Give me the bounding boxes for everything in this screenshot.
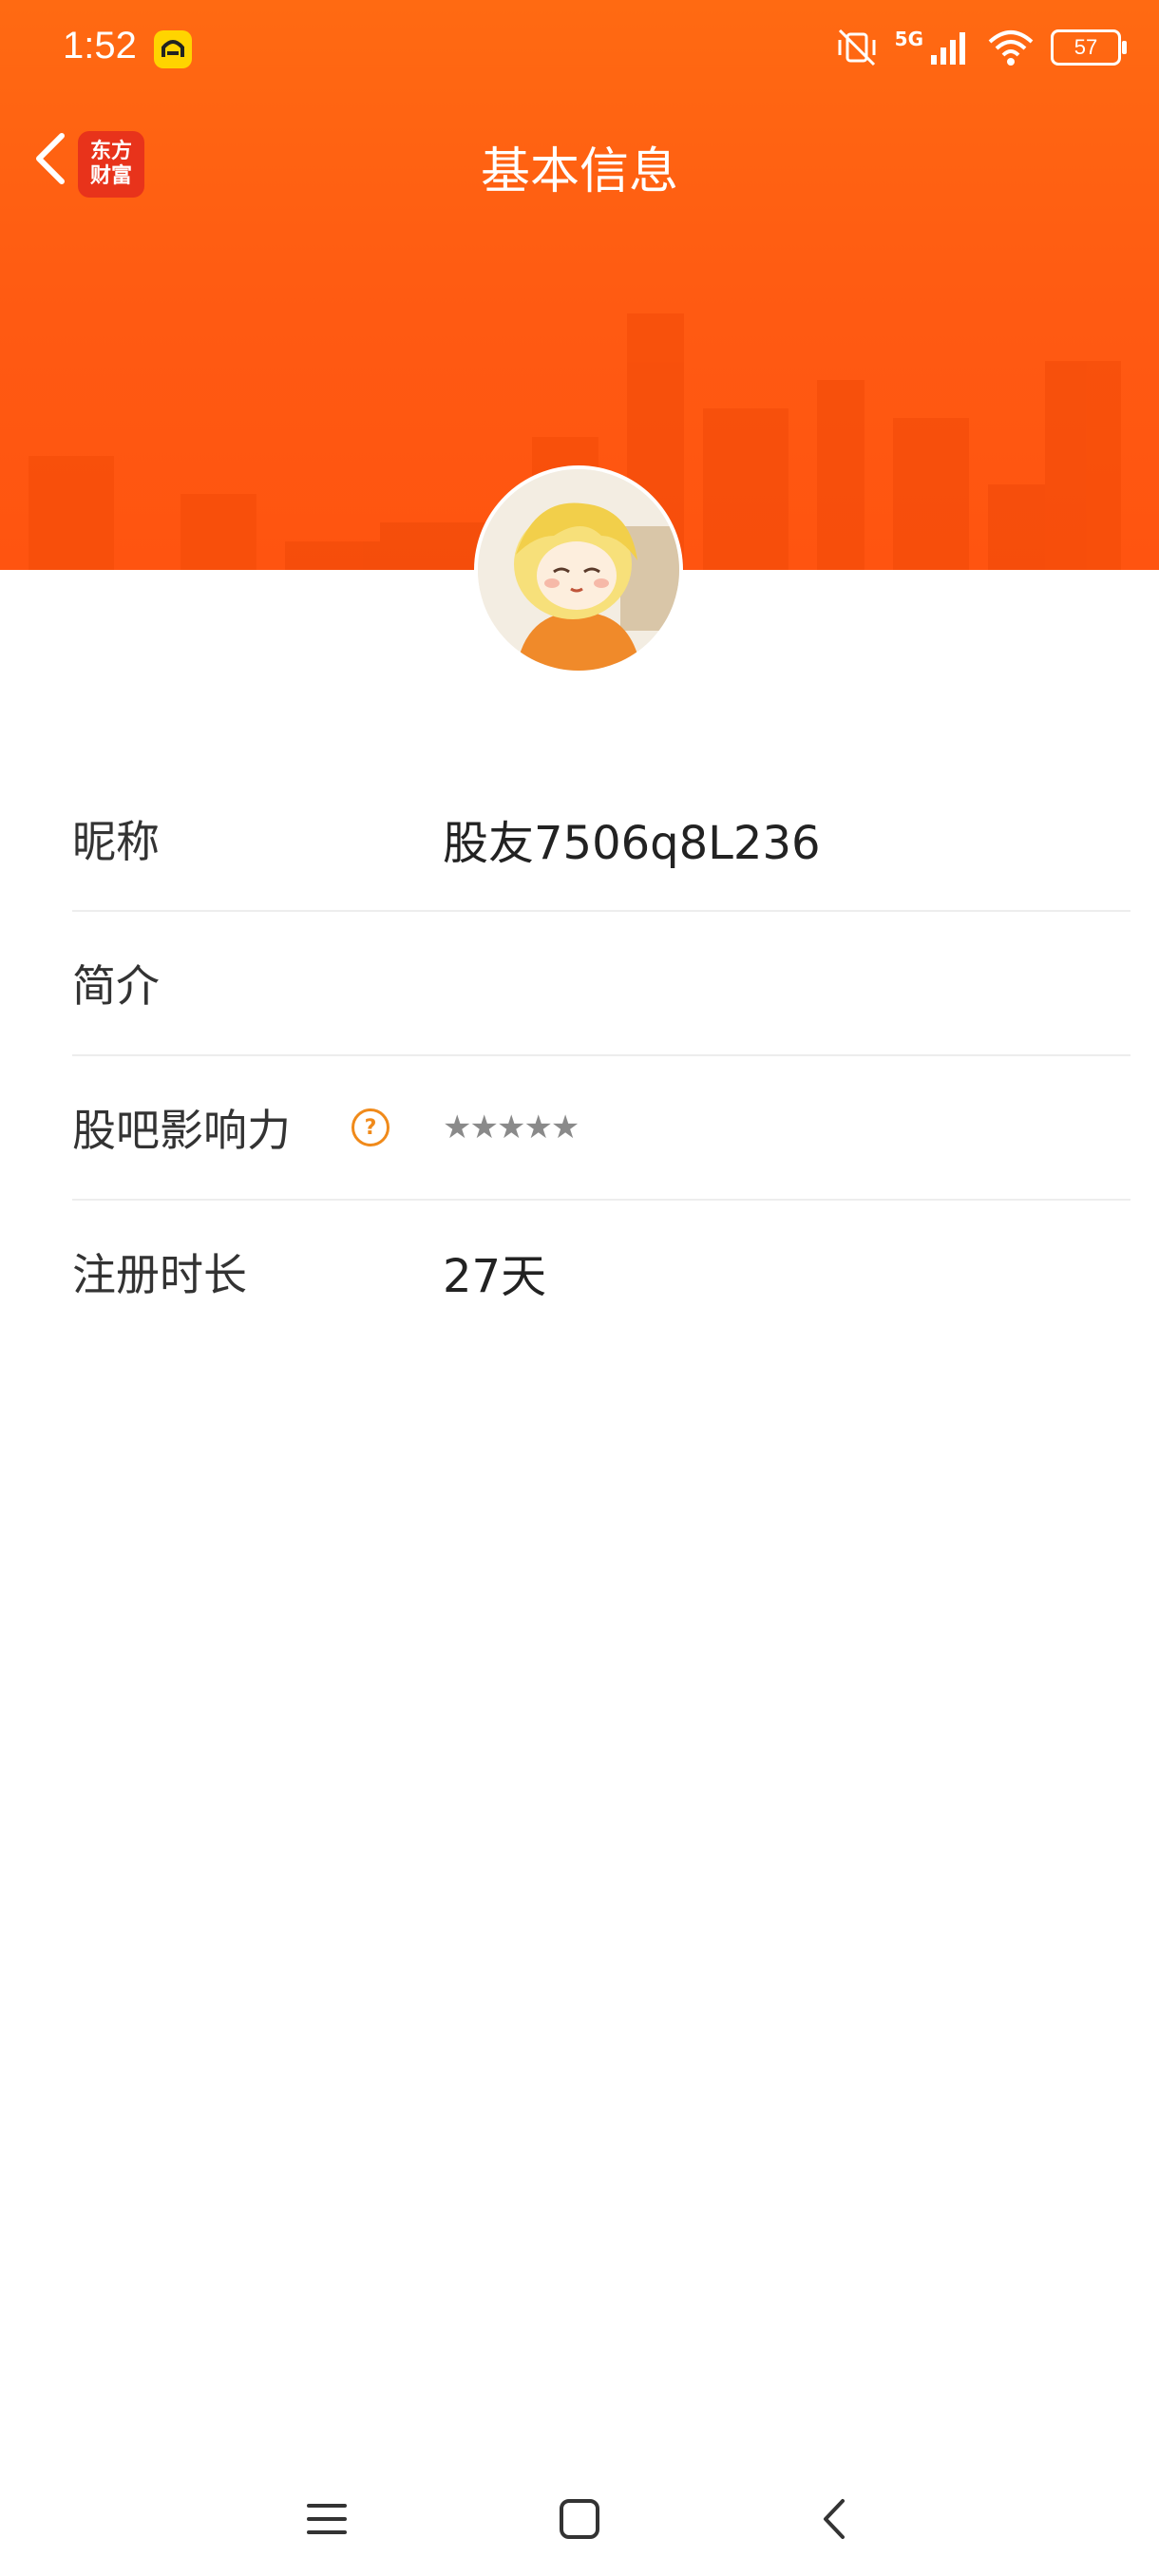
battery-icon: 57 bbox=[1051, 29, 1127, 66]
app-notification-icon bbox=[154, 30, 192, 68]
help-icon[interactable]: ? bbox=[352, 1108, 390, 1146]
status-icons: 5G 57 bbox=[834, 21, 1127, 74]
page-title: 基本信息 bbox=[480, 143, 678, 200]
nickname-value: 股友7506q8L236 bbox=[443, 817, 821, 870]
influence-row: 股吧影响力 ? ★★★★★ bbox=[72, 1056, 1130, 1201]
nickname-label: 昵称 bbox=[72, 816, 160, 867]
registration-duration-row: 注册时长 27天 bbox=[72, 1201, 1130, 1343]
avatar-image bbox=[478, 469, 679, 671]
status-time: 1:52 bbox=[63, 25, 137, 66]
home-square-icon bbox=[560, 2499, 599, 2539]
influence-star-rating: ★★★★★ bbox=[443, 1108, 580, 1146]
home-button[interactable] bbox=[551, 2491, 608, 2548]
mute-vibrate-icon bbox=[838, 28, 876, 66]
status-bar: 1:52 5G 57 bbox=[0, 0, 1159, 95]
recent-apps-button[interactable] bbox=[298, 2491, 355, 2548]
chevron-left-icon bbox=[824, 2499, 845, 2539]
wifi-icon bbox=[988, 30, 1034, 66]
nickname-row[interactable]: 昵称 股友7506q8L236 bbox=[72, 767, 1130, 912]
system-back-button[interactable] bbox=[806, 2491, 863, 2548]
network-5g-label: 5G bbox=[894, 28, 923, 50]
avatar[interactable] bbox=[478, 469, 679, 671]
influence-label: 股吧影响力 bbox=[72, 1105, 291, 1156]
registration-duration-label: 注册时长 bbox=[72, 1249, 247, 1300]
intro-row[interactable]: 简介 bbox=[72, 912, 1130, 1056]
profile-info-list: 昵称 股友7506q8L236 简介 股吧影响力 ? ★★★★★ 注册时长 27… bbox=[72, 767, 1130, 1343]
cellular-signal-icon bbox=[931, 32, 965, 65]
battery-level: 57 bbox=[1074, 35, 1098, 59]
navigation-bar: 东方 财富 基本信息 bbox=[0, 104, 1159, 218]
system-navigation-bar bbox=[0, 2462, 1159, 2576]
intro-label: 简介 bbox=[72, 960, 160, 1012]
menu-icon bbox=[307, 2504, 347, 2534]
registration-duration-value: 27天 bbox=[443, 1250, 547, 1303]
